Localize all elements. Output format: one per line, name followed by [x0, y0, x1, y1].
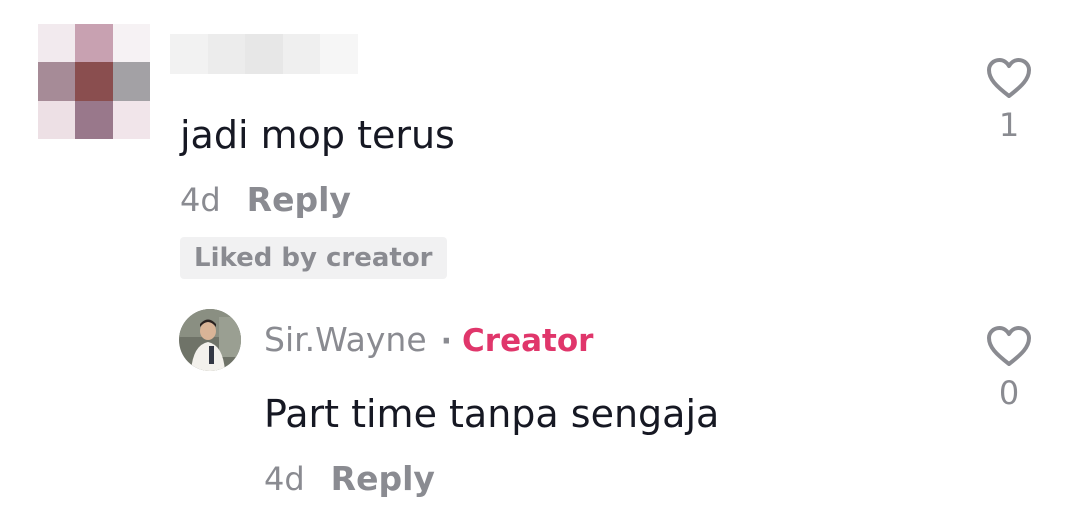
- reply-meta: 4d Reply: [264, 459, 435, 498]
- creator-badge: Creator: [462, 323, 594, 359]
- avatar-pixel: [112, 24, 150, 63]
- comment-time: 4d: [180, 181, 221, 219]
- avatar-pixel: [38, 24, 76, 63]
- avatar-pixel: [75, 100, 113, 139]
- reply-username[interactable]: Sir.Wayne: [264, 320, 427, 359]
- comment-text: jadi mop terus: [180, 113, 455, 157]
- avatar[interactable]: [179, 309, 241, 371]
- username-pixel: [207, 34, 246, 74]
- reply-header: Sir.Wayne · Creator: [264, 320, 593, 359]
- avatar-pixel: [112, 62, 150, 101]
- heart-outline-icon[interactable]: [986, 57, 1032, 99]
- username-pixel: [282, 34, 321, 74]
- comment-like[interactable]: 1: [979, 57, 1039, 143]
- reply-text: Part time tanpa sengaja: [264, 392, 720, 436]
- reply-time: 4d: [264, 460, 305, 498]
- comment-meta: 4d Reply: [180, 180, 351, 219]
- avatar-pixel: [38, 62, 76, 101]
- username-pixel: [245, 34, 283, 74]
- reply-like[interactable]: 0: [979, 325, 1039, 411]
- username-pixel: [170, 34, 208, 74]
- like-count: 1: [998, 106, 1020, 144]
- separator-dot: ·: [440, 324, 453, 359]
- username-pixel: [320, 34, 358, 74]
- avatar-pixel: [75, 62, 113, 101]
- like-count: 0: [998, 374, 1020, 412]
- liked-by-creator-badge: Liked by creator: [180, 237, 447, 279]
- avatar-pixel: [75, 24, 113, 63]
- avatar-pixel: [112, 100, 150, 139]
- heart-outline-icon[interactable]: [986, 325, 1032, 367]
- avatar-pixel: [38, 100, 76, 139]
- reply-button[interactable]: Reply: [331, 459, 435, 498]
- username-blurred[interactable]: [170, 34, 358, 74]
- avatar-photo: [179, 309, 241, 371]
- reply-button[interactable]: Reply: [247, 180, 351, 219]
- avatar[interactable]: [38, 24, 150, 139]
